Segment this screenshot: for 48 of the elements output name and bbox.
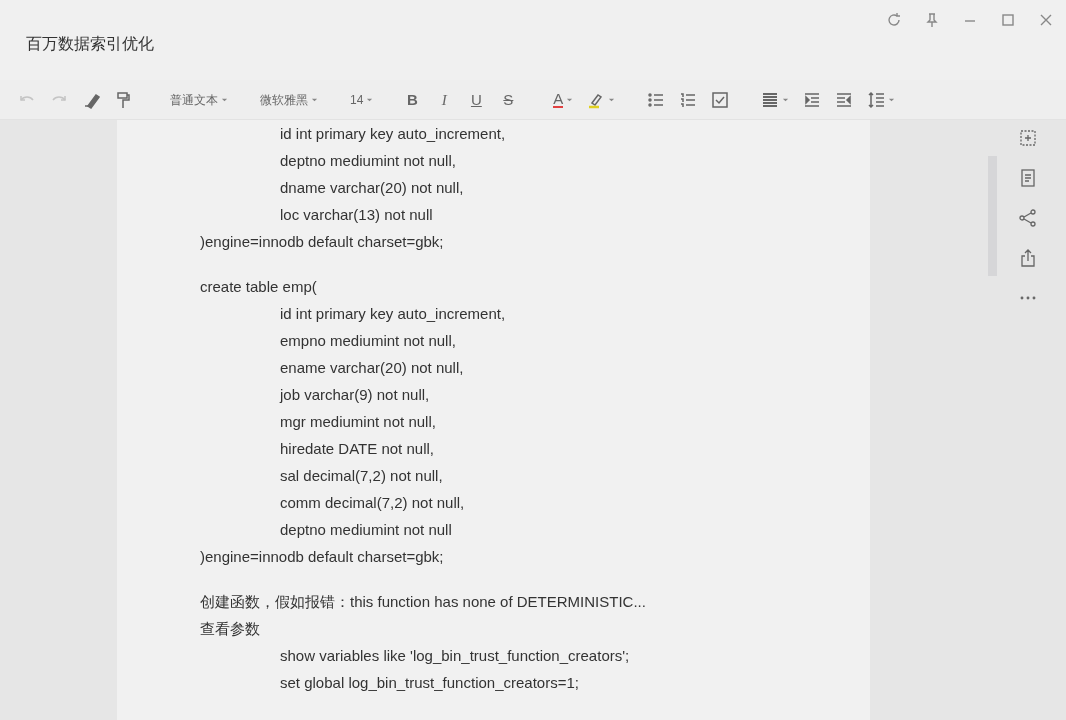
numbered-list-icon[interactable]: [679, 90, 698, 109]
caret-icon: [366, 96, 374, 103]
caret-icon: [566, 96, 574, 103]
line-spacing-icon[interactable]: [867, 90, 896, 109]
document-text: empno mediumint not null,: [280, 331, 457, 351]
window-title: 百万数据索引优化: [26, 34, 154, 54]
document-text: )engine=innodb default charset=gbk;: [200, 232, 445, 252]
underline-button[interactable]: U: [467, 90, 486, 109]
font-color-button[interactable]: A: [553, 91, 574, 108]
italic-button[interactable]: I: [435, 90, 454, 109]
bulleted-list-icon[interactable]: [647, 90, 666, 109]
document-text: loc varchar(13) not null: [280, 205, 434, 225]
document-text: 查看参数: [200, 619, 261, 639]
caret-icon: [888, 96, 896, 103]
document-text: id int primary key auto_increment,: [280, 124, 507, 144]
document-text: hiredate DATE not null,: [280, 439, 435, 459]
document-text: )engine=innodb default charset=gbk;: [200, 547, 445, 567]
document-text: sal decimal(7,2) not null,: [280, 466, 444, 486]
document-text: mgr mediumint not null,: [280, 412, 437, 432]
document-text: show variables like 'log_bin_trust_function_creators';: [280, 646, 631, 666]
share-icon[interactable]: [1018, 208, 1038, 228]
align-icon[interactable]: [761, 90, 790, 109]
strike-button[interactable]: S: [499, 90, 518, 109]
document-text: deptno mediumint not null: [280, 520, 453, 540]
paragraph-style-dropdown[interactable]: 普通文本: [170, 90, 228, 109]
caret-icon: [311, 96, 318, 103]
document-text: ename varchar(20) not null,: [280, 358, 465, 378]
font-dropdown[interactable]: 微软雅黑: [260, 90, 318, 109]
document-text: comm decimal(7,2) not null,: [280, 493, 466, 513]
format-painter-icon[interactable]: [114, 90, 132, 109]
document-text: deptno mediumint not null,: [280, 151, 457, 171]
document-text: set global log_bin_trust_function_creators=1;: [280, 673, 580, 693]
indent-icon[interactable]: [803, 90, 822, 109]
checkbox-icon[interactable]: [711, 90, 730, 109]
document-text: 创建函数，假如报错：this function has none of DETERMINISTIC...: [200, 592, 647, 612]
add-icon[interactable]: [1018, 128, 1038, 148]
caret-icon: [221, 96, 228, 103]
bold-button[interactable]: B: [403, 90, 422, 109]
caret-icon: [608, 96, 616, 103]
caret-icon: [782, 96, 790, 103]
outdent-icon[interactable]: [835, 90, 854, 109]
document-icon[interactable]: [1018, 168, 1038, 188]
document-text: job varchar(9) not null,: [280, 385, 431, 405]
document-text: id int primary key auto_increment,: [280, 304, 507, 324]
font-size-dropdown[interactable]: 14: [350, 90, 374, 109]
document-text: dname varchar(20) not null,: [280, 178, 465, 198]
upload-icon[interactable]: [1018, 248, 1038, 268]
document-text: create table emp(: [200, 277, 318, 297]
